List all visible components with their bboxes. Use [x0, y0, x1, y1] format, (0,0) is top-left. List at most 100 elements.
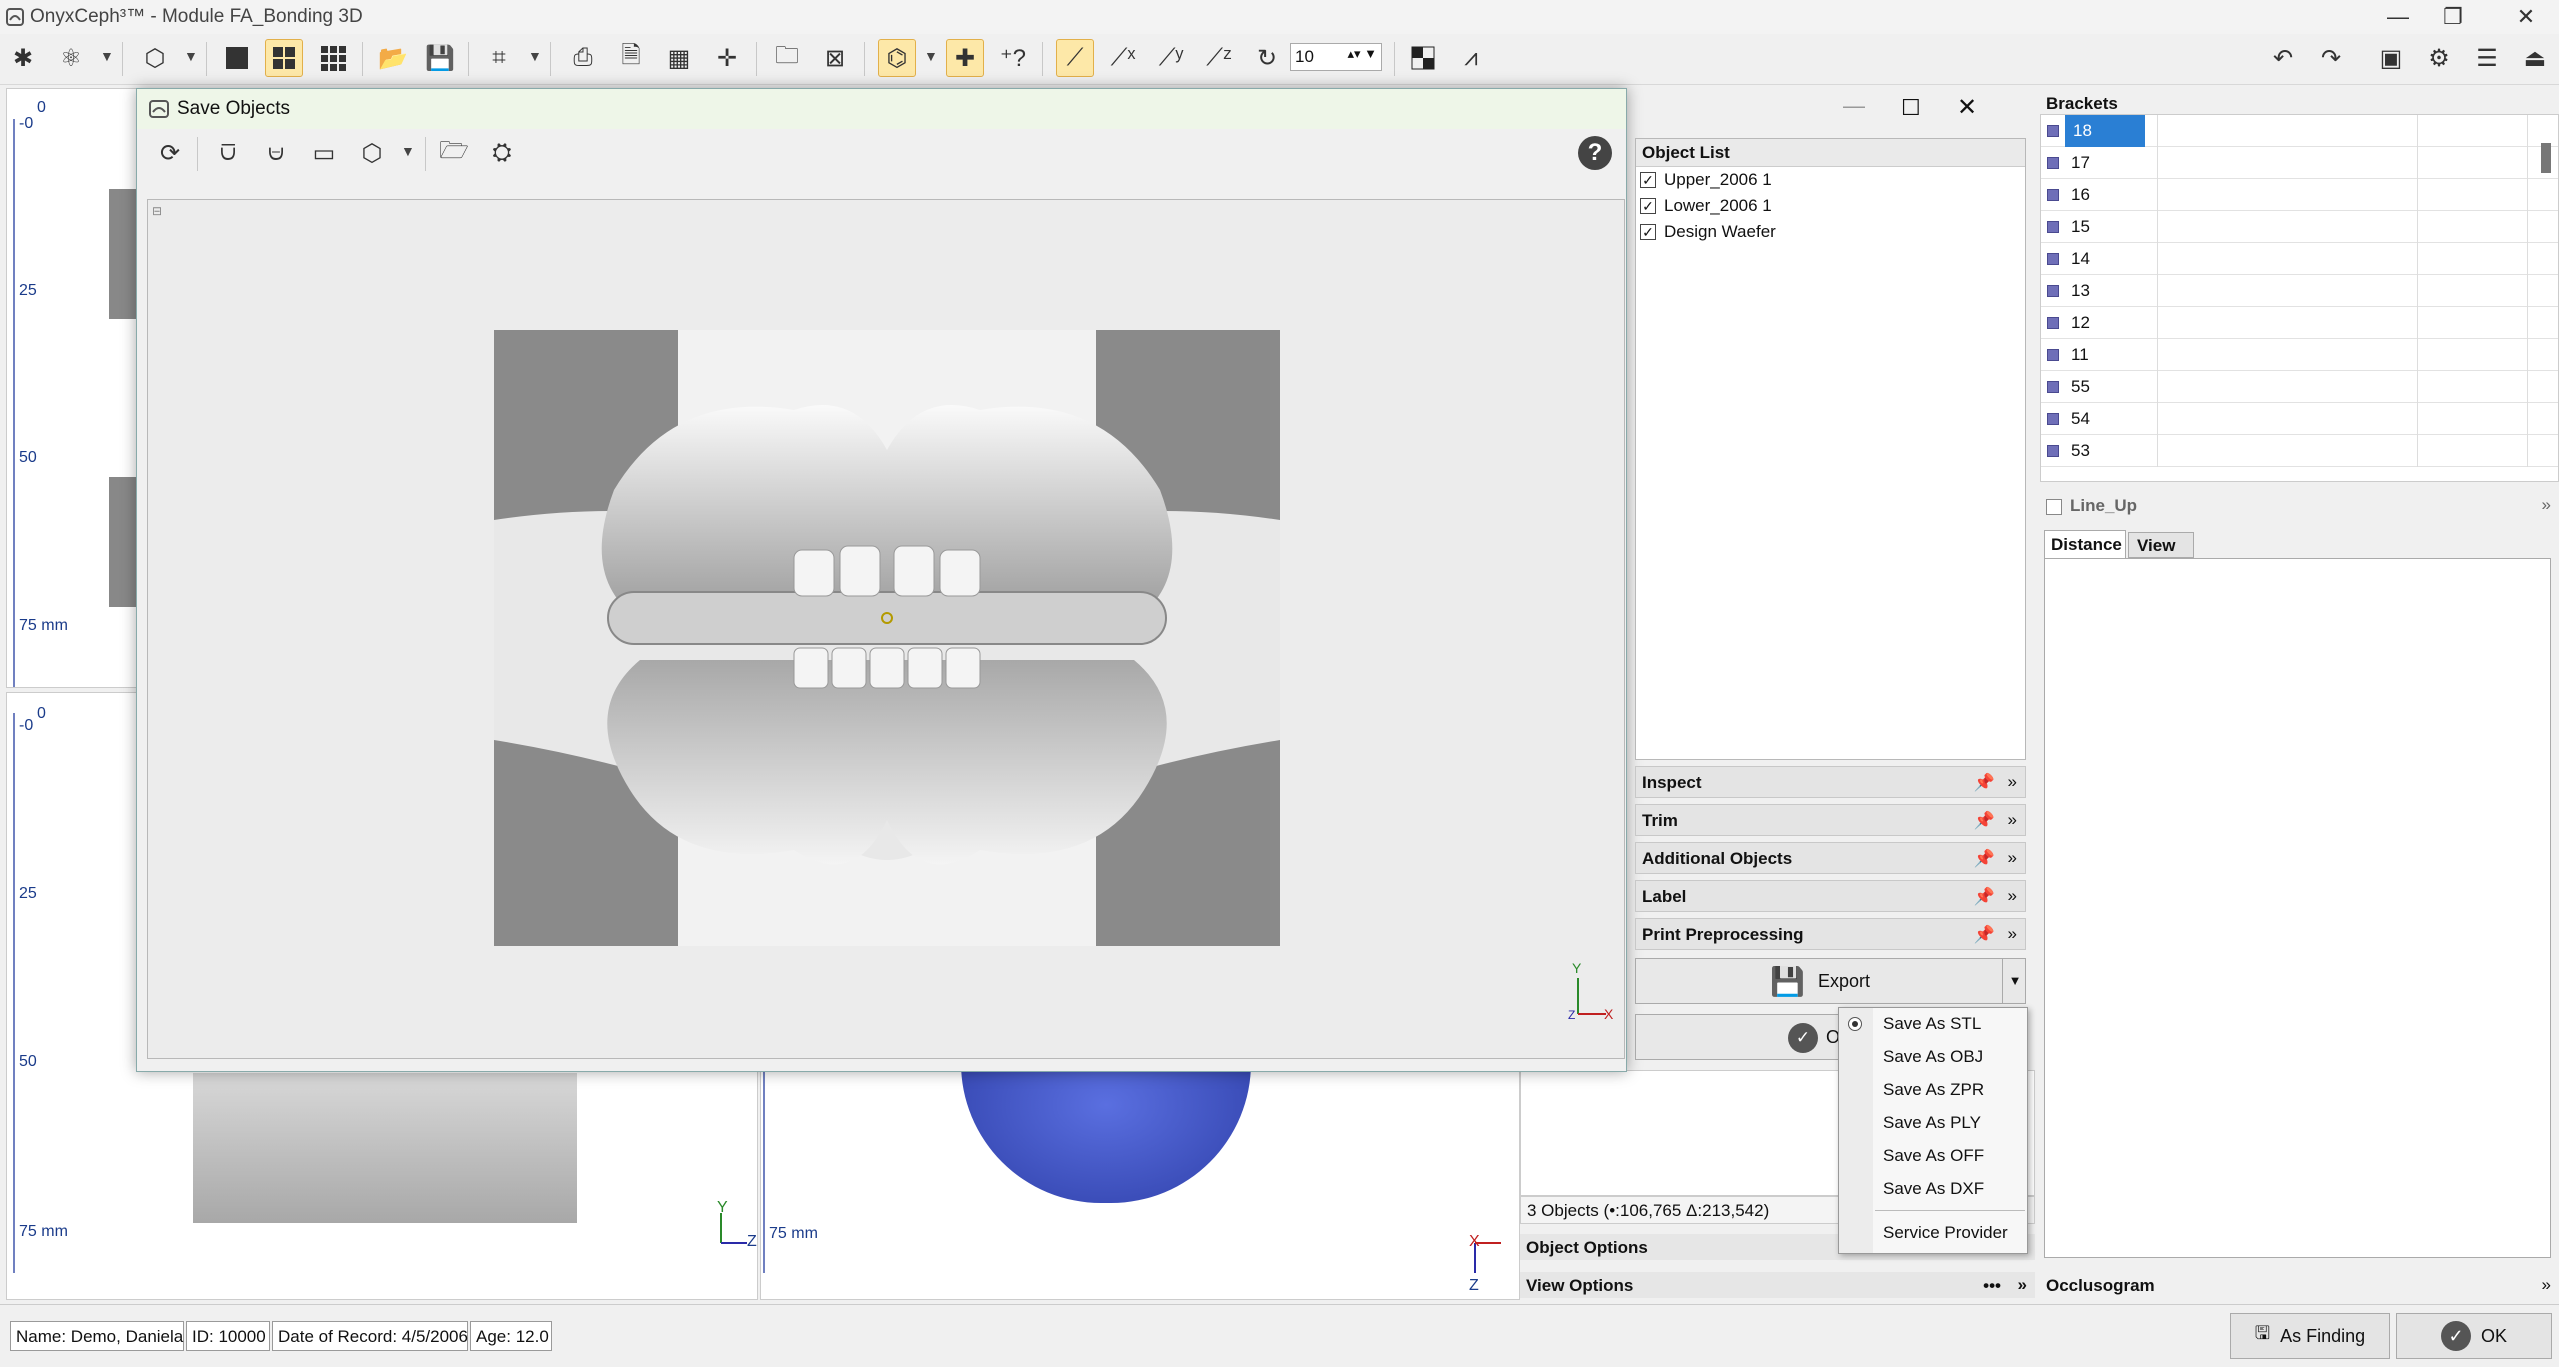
table-row[interactable]: 11 — [2041, 339, 2558, 371]
measure-tool-icon[interactable]: ⟋ — [1056, 39, 1094, 77]
menu-item-save-obj[interactable]: Save As OBJ — [1883, 1047, 1983, 1067]
folder-settings-icon[interactable]: 🗁 — [435, 134, 473, 172]
jaw-tool-icon[interactable]: ⩘ — [1452, 39, 1490, 77]
pin-icon[interactable]: 📌 — [1974, 811, 1995, 831]
list-item[interactable]: ✓ Design Waefer — [1636, 219, 2025, 245]
pin-icon[interactable]: 📌 — [1974, 849, 1995, 869]
object-checkbox[interactable]: ✓ — [1640, 224, 1656, 240]
tab-view[interactable]: View — [2128, 532, 2194, 558]
chevron-down-icon[interactable]: » — [2018, 1275, 2027, 1295]
remove-folder-icon[interactable]: 🗀 — [768, 39, 806, 77]
chevron-down-icon[interactable]: ▼ — [184, 48, 198, 64]
chevron-down-icon[interactable]: » — [2008, 924, 2017, 944]
crop-icon[interactable]: ⌗ — [480, 39, 518, 77]
section-additional-objects[interactable]: Additional Objects 📌 » — [1635, 842, 2026, 874]
menu-item-save-stl[interactable]: Save As STL — [1883, 1014, 1981, 1034]
chevron-down-icon[interactable]: ▼ — [528, 48, 542, 64]
redo-icon[interactable]: ↷ — [2312, 39, 2350, 77]
save-icon[interactable]: 💾 — [421, 39, 459, 77]
object-checkbox[interactable]: ✓ — [1640, 172, 1656, 188]
line-up-checkbox[interactable] — [2046, 498, 2062, 515]
contrast-icon[interactable] — [1404, 39, 1442, 77]
object-checkbox[interactable]: ✓ — [1640, 198, 1656, 214]
3d-viewport[interactable]: ⊟ Y X Z — [147, 199, 1625, 1059]
section-trim[interactable]: Trim 📌 » — [1635, 804, 2026, 836]
menu-item-save-zpr[interactable]: Save As ZPR — [1883, 1080, 1984, 1100]
more-icon[interactable]: ••• — [1983, 1276, 2001, 1296]
save-settings-icon[interactable]: ⛭ — [483, 134, 521, 172]
delete-icon[interactable]: ⊠ — [816, 39, 854, 77]
crosshair-icon[interactable]: ✛ — [708, 39, 746, 77]
help-icon[interactable]: ? — [1578, 136, 1612, 170]
export-dropdown-arrow[interactable]: ▼ — [2002, 959, 2027, 1003]
dialog-minimize-button[interactable]: — — [1843, 93, 1865, 119]
nine-view-icon[interactable] — [314, 39, 352, 77]
base-icon[interactable]: ▭ — [305, 134, 343, 172]
axis-z-tool-icon[interactable]: ⟋ᶻ — [1200, 39, 1238, 77]
chevron-down-icon[interactable]: ▼ — [924, 48, 938, 64]
menu-item-service-provider[interactable]: Service Provider — [1883, 1223, 2008, 1243]
pin-icon[interactable]: 📌 — [1974, 773, 1995, 793]
pin-icon[interactable]: 📌 — [1974, 925, 1995, 945]
section-inspect[interactable]: Inspect 📌 » — [1635, 766, 2026, 798]
as-finding-button[interactable]: 🖫 As Finding — [2230, 1313, 2390, 1359]
section-label-tools[interactable]: Label 📌 » — [1635, 880, 2026, 912]
chevron-down-icon[interactable]: » — [2542, 495, 2551, 515]
chevron-down-icon[interactable]: » — [2008, 886, 2017, 906]
chevron-down-icon[interactable]: » — [2542, 1275, 2551, 1295]
restore-button[interactable]: ❐ — [2425, 0, 2481, 34]
ok-button[interactable]: ✓ OK — [2396, 1313, 2552, 1359]
table-row[interactable]: 13 — [2041, 275, 2558, 307]
close-button[interactable]: ✕ — [2498, 0, 2554, 34]
chevron-down-icon[interactable]: » — [2008, 772, 2017, 792]
chevron-down-icon[interactable]: » — [2008, 848, 2017, 868]
zoom-stepper[interactable]: 10 ▴▾ ▼ — [1290, 43, 1382, 71]
single-view-icon[interactable] — [218, 39, 256, 77]
rotate-tool-icon[interactable]: ↻ — [1248, 39, 1286, 77]
occlusogram-header[interactable]: Occlusogram » — [2040, 1272, 2559, 1298]
chevron-down-icon[interactable]: ▼ — [401, 143, 415, 159]
undo-icon[interactable]: ↶ — [2264, 39, 2302, 77]
horn-tool-icon[interactable]: ⌬ — [878, 39, 916, 77]
axis-y-tool-icon[interactable]: ⟋ʸ — [1152, 39, 1190, 77]
menu-item-save-ply[interactable]: Save As PLY — [1883, 1113, 1981, 1133]
pipeline-icon[interactable]: ⚛ — [52, 39, 90, 77]
add-point-icon[interactable]: ✚ — [946, 39, 984, 77]
cube-view-icon[interactable]: ⬡ — [353, 134, 391, 172]
axis-x-tool-icon[interactable]: ⟋ˣ — [1104, 39, 1142, 77]
menu-item-save-off[interactable]: Save As OFF — [1883, 1146, 1984, 1166]
table-row[interactable]: 53 — [2041, 435, 2558, 467]
table-row[interactable]: 15 — [2041, 211, 2558, 243]
quad-view-icon[interactable] — [265, 39, 303, 77]
scrollbar-thumb[interactable] — [2541, 143, 2551, 173]
table-row[interactable]: 54 — [2041, 403, 2558, 435]
asterisk-icon[interactable]: ✱ — [4, 39, 42, 77]
table-row[interactable]: 17 — [2041, 147, 2558, 179]
refresh-icon[interactable]: ⟳ — [151, 134, 189, 172]
export-doc-icon[interactable]: 🗎 — [612, 39, 650, 77]
save-model-icon[interactable]: ⎙ — [564, 39, 602, 77]
add-help-icon[interactable]: ⁺? — [994, 39, 1032, 77]
table-row[interactable]: 18 — [2041, 115, 2558, 147]
table-row[interactable]: 12 — [2041, 307, 2558, 339]
lower-jaw-icon[interactable]: ⩁ — [257, 134, 295, 172]
line-up-header[interactable]: Line_Up » — [2040, 492, 2559, 518]
open-folder-icon[interactable]: 📂 — [374, 39, 412, 77]
layout-icon[interactable]: ☰ — [2468, 39, 2506, 77]
dialog-close-button[interactable]: ✕ — [1957, 93, 1977, 122]
chevron-down-icon[interactable]: ▼ — [100, 48, 114, 64]
list-item[interactable]: ✓ Lower_2006 1 — [1636, 193, 2025, 219]
pin-icon[interactable]: 📌 — [1974, 887, 1995, 907]
exit-icon[interactable]: ⏏ — [2516, 39, 2554, 77]
chevron-down-icon[interactable]: » — [2008, 810, 2017, 830]
table-row[interactable]: 14 — [2041, 243, 2558, 275]
minimize-button[interactable]: — — [2370, 0, 2426, 34]
view-options-header[interactable]: View Options ••• » — [1520, 1272, 2035, 1298]
export-button[interactable]: 💾 Export ▼ — [1635, 958, 2026, 1004]
dialog-maximize-button[interactable]: ☐ — [1901, 95, 1921, 121]
table-row[interactable]: 16 — [2041, 179, 2558, 211]
menu-item-save-dxf[interactable]: Save As DXF — [1883, 1179, 1984, 1199]
list-item[interactable]: ✓ Upper_2006 1 — [1636, 167, 2025, 193]
section-print-preprocessing[interactable]: Print Preprocessing 📌 » — [1635, 918, 2026, 950]
grid-icon[interactable]: ▦ — [660, 39, 698, 77]
